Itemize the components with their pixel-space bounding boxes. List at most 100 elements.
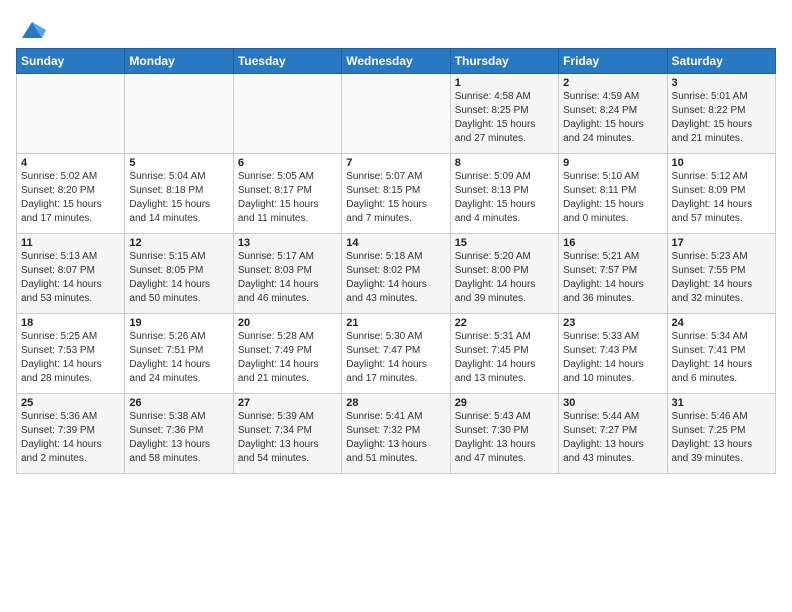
day-number: 4 [21,157,120,169]
header-cell-monday: Monday [125,49,233,74]
day-info: Sunrise: 5:25 AMSunset: 7:53 PMDaylight:… [21,330,120,386]
calendar-cell: 13Sunrise: 5:17 AMSunset: 8:03 PMDayligh… [233,234,341,314]
day-number: 25 [21,397,120,409]
day-info: Sunrise: 5:26 AMSunset: 7:51 PMDaylight:… [129,330,228,386]
day-info: Sunrise: 5:23 AMSunset: 7:55 PMDaylight:… [672,250,771,306]
header-cell-tuesday: Tuesday [233,49,341,74]
calendar-cell: 23Sunrise: 5:33 AMSunset: 7:43 PMDayligh… [559,314,667,394]
header-cell-wednesday: Wednesday [342,49,450,74]
day-number: 16 [563,237,662,249]
calendar-cell: 7Sunrise: 5:07 AMSunset: 8:15 PMDaylight… [342,154,450,234]
day-number: 22 [455,317,554,329]
day-number: 17 [672,237,771,249]
day-info: Sunrise: 5:07 AMSunset: 8:15 PMDaylight:… [346,170,445,226]
calendar-cell: 11Sunrise: 5:13 AMSunset: 8:07 PMDayligh… [17,234,125,314]
day-info: Sunrise: 5:36 AMSunset: 7:39 PMDaylight:… [21,410,120,466]
day-number: 29 [455,397,554,409]
day-number: 12 [129,237,228,249]
day-info: Sunrise: 5:21 AMSunset: 7:57 PMDaylight:… [563,250,662,306]
day-number: 14 [346,237,445,249]
day-number: 19 [129,317,228,329]
day-info: Sunrise: 5:12 AMSunset: 8:09 PMDaylight:… [672,170,771,226]
day-info: Sunrise: 5:39 AMSunset: 7:34 PMDaylight:… [238,410,337,466]
day-info: Sunrise: 5:18 AMSunset: 8:02 PMDaylight:… [346,250,445,306]
page: SundayMondayTuesdayWednesdayThursdayFrid… [0,0,792,612]
calendar-cell: 22Sunrise: 5:31 AMSunset: 7:45 PMDayligh… [450,314,558,394]
day-number: 28 [346,397,445,409]
calendar-cell: 26Sunrise: 5:38 AMSunset: 7:36 PMDayligh… [125,394,233,474]
calendar-cell: 9Sunrise: 5:10 AMSunset: 8:11 PMDaylight… [559,154,667,234]
day-info: Sunrise: 5:04 AMSunset: 8:18 PMDaylight:… [129,170,228,226]
calendar-cell: 24Sunrise: 5:34 AMSunset: 7:41 PMDayligh… [667,314,775,394]
calendar-cell [125,74,233,154]
day-info: Sunrise: 4:59 AMSunset: 8:24 PMDaylight:… [563,90,662,146]
day-info: Sunrise: 5:02 AMSunset: 8:20 PMDaylight:… [21,170,120,226]
calendar-cell: 18Sunrise: 5:25 AMSunset: 7:53 PMDayligh… [17,314,125,394]
day-number: 23 [563,317,662,329]
day-info: Sunrise: 5:17 AMSunset: 8:03 PMDaylight:… [238,250,337,306]
day-info: Sunrise: 5:44 AMSunset: 7:27 PMDaylight:… [563,410,662,466]
calendar-week-5: 25Sunrise: 5:36 AMSunset: 7:39 PMDayligh… [17,394,776,474]
calendar-cell: 4Sunrise: 5:02 AMSunset: 8:20 PMDaylight… [17,154,125,234]
day-info: Sunrise: 5:30 AMSunset: 7:47 PMDaylight:… [346,330,445,386]
calendar-cell: 17Sunrise: 5:23 AMSunset: 7:55 PMDayligh… [667,234,775,314]
header-cell-sunday: Sunday [17,49,125,74]
calendar-cell: 27Sunrise: 5:39 AMSunset: 7:34 PMDayligh… [233,394,341,474]
day-number: 15 [455,237,554,249]
calendar-week-4: 18Sunrise: 5:25 AMSunset: 7:53 PMDayligh… [17,314,776,394]
day-number: 13 [238,237,337,249]
day-info: Sunrise: 5:43 AMSunset: 7:30 PMDaylight:… [455,410,554,466]
calendar-cell: 10Sunrise: 5:12 AMSunset: 8:09 PMDayligh… [667,154,775,234]
calendar-cell: 14Sunrise: 5:18 AMSunset: 8:02 PMDayligh… [342,234,450,314]
logo-icon [18,16,46,44]
calendar-cell: 31Sunrise: 5:46 AMSunset: 7:25 PMDayligh… [667,394,775,474]
calendar-cell: 16Sunrise: 5:21 AMSunset: 7:57 PMDayligh… [559,234,667,314]
calendar-cell: 19Sunrise: 5:26 AMSunset: 7:51 PMDayligh… [125,314,233,394]
day-info: Sunrise: 5:01 AMSunset: 8:22 PMDaylight:… [672,90,771,146]
day-number: 6 [238,157,337,169]
calendar-week-1: 1Sunrise: 4:58 AMSunset: 8:25 PMDaylight… [17,74,776,154]
day-number: 10 [672,157,771,169]
calendar-cell: 25Sunrise: 5:36 AMSunset: 7:39 PMDayligh… [17,394,125,474]
day-info: Sunrise: 5:10 AMSunset: 8:11 PMDaylight:… [563,170,662,226]
calendar-cell: 21Sunrise: 5:30 AMSunset: 7:47 PMDayligh… [342,314,450,394]
logo [16,16,46,44]
header [16,10,776,44]
day-number: 11 [21,237,120,249]
day-number: 9 [563,157,662,169]
day-number: 31 [672,397,771,409]
day-number: 20 [238,317,337,329]
day-info: Sunrise: 5:33 AMSunset: 7:43 PMDaylight:… [563,330,662,386]
day-number: 8 [455,157,554,169]
calendar-cell: 8Sunrise: 5:09 AMSunset: 8:13 PMDaylight… [450,154,558,234]
day-info: Sunrise: 5:20 AMSunset: 8:00 PMDaylight:… [455,250,554,306]
calendar-cell: 30Sunrise: 5:44 AMSunset: 7:27 PMDayligh… [559,394,667,474]
calendar-cell [233,74,341,154]
day-info: Sunrise: 4:58 AMSunset: 8:25 PMDaylight:… [455,90,554,146]
calendar-week-2: 4Sunrise: 5:02 AMSunset: 8:20 PMDaylight… [17,154,776,234]
calendar-table: SundayMondayTuesdayWednesdayThursdayFrid… [16,48,776,474]
header-cell-saturday: Saturday [667,49,775,74]
calendar-week-3: 11Sunrise: 5:13 AMSunset: 8:07 PMDayligh… [17,234,776,314]
calendar-cell [342,74,450,154]
day-info: Sunrise: 5:41 AMSunset: 7:32 PMDaylight:… [346,410,445,466]
day-info: Sunrise: 5:28 AMSunset: 7:49 PMDaylight:… [238,330,337,386]
calendar-cell: 6Sunrise: 5:05 AMSunset: 8:17 PMDaylight… [233,154,341,234]
day-info: Sunrise: 5:13 AMSunset: 8:07 PMDaylight:… [21,250,120,306]
day-number: 26 [129,397,228,409]
calendar-cell: 3Sunrise: 5:01 AMSunset: 8:22 PMDaylight… [667,74,775,154]
day-info: Sunrise: 5:38 AMSunset: 7:36 PMDaylight:… [129,410,228,466]
day-number: 3 [672,77,771,89]
header-cell-thursday: Thursday [450,49,558,74]
calendar-cell [17,74,125,154]
calendar-cell: 1Sunrise: 4:58 AMSunset: 8:25 PMDaylight… [450,74,558,154]
day-info: Sunrise: 5:15 AMSunset: 8:05 PMDaylight:… [129,250,228,306]
calendar-cell: 15Sunrise: 5:20 AMSunset: 8:00 PMDayligh… [450,234,558,314]
day-info: Sunrise: 5:31 AMSunset: 7:45 PMDaylight:… [455,330,554,386]
day-number: 5 [129,157,228,169]
day-info: Sunrise: 5:05 AMSunset: 8:17 PMDaylight:… [238,170,337,226]
calendar-cell: 28Sunrise: 5:41 AMSunset: 7:32 PMDayligh… [342,394,450,474]
day-number: 7 [346,157,445,169]
calendar-cell: 5Sunrise: 5:04 AMSunset: 8:18 PMDaylight… [125,154,233,234]
header-cell-friday: Friday [559,49,667,74]
